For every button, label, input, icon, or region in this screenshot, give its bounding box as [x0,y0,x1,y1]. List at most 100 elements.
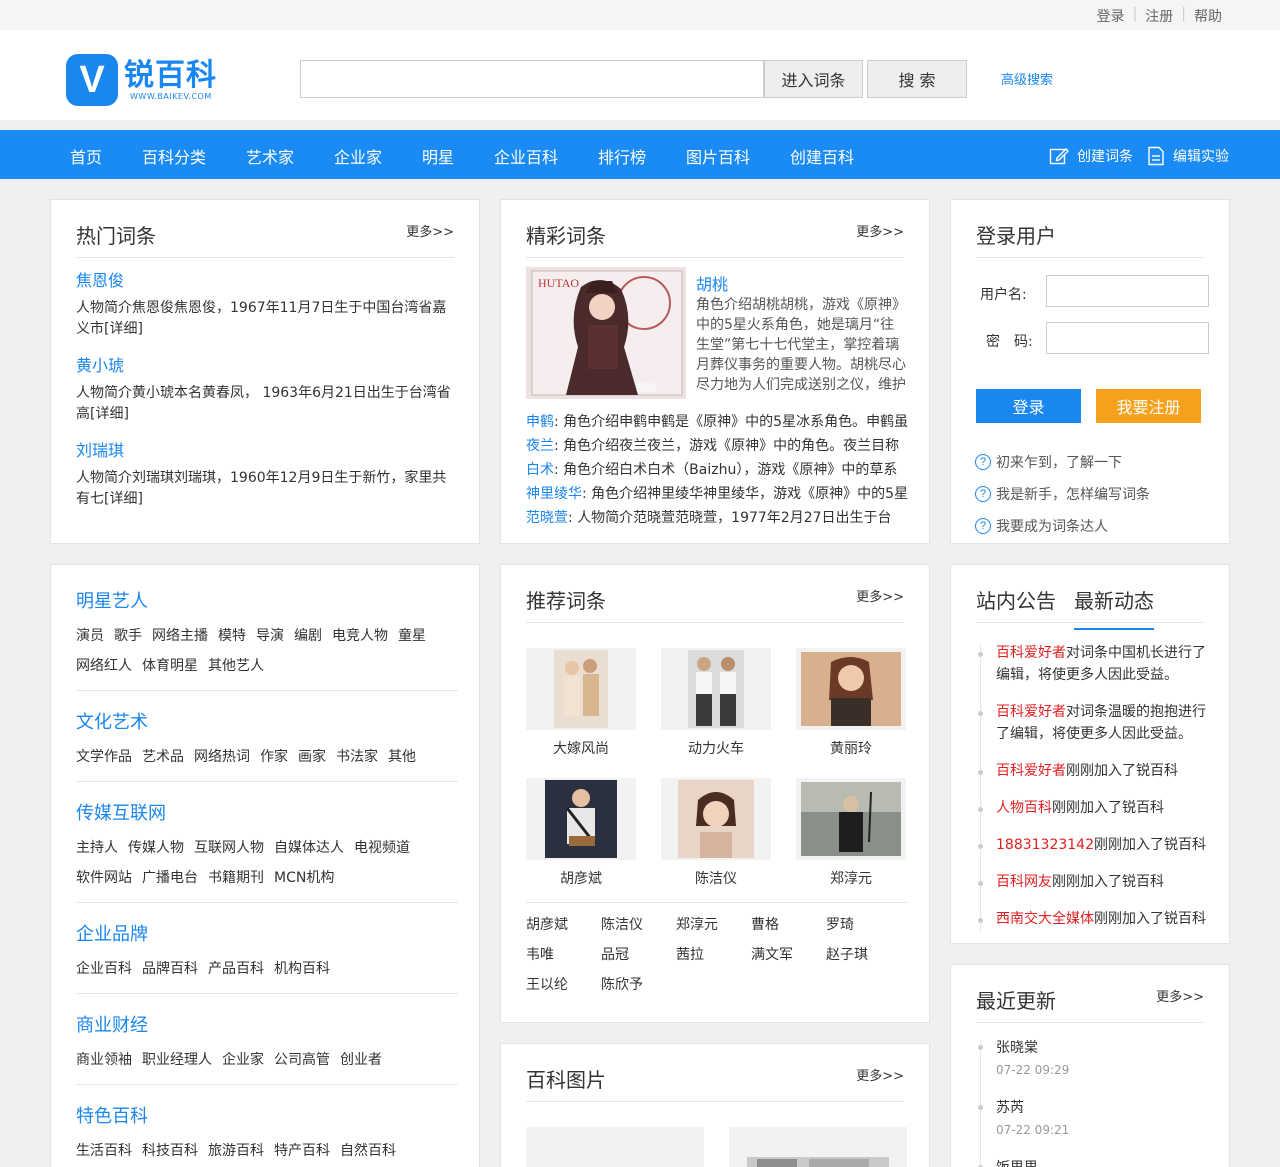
recommended-photo[interactable] [526,778,636,860]
category-tag[interactable]: 电竞人物 [332,621,388,651]
more-link[interactable]: 更多>> [1156,986,1204,1005]
nav-item-ranking[interactable]: 排行榜 [598,144,646,168]
recommended-link[interactable]: 满文军 [751,940,826,970]
recommended-card[interactable]: 黄丽玲 [796,648,906,758]
recommended-card[interactable]: 胡彦斌 [526,778,636,888]
top-register-link[interactable]: 注册 [1137,6,1181,26]
hot-entry-desc[interactable]: 人物简介焦恩俊焦恩俊，1967年11月7日生于中国台湾省嘉义市[详细] [76,298,460,340]
recommended-link[interactable]: 韦唯 [526,940,601,970]
featured-image[interactable]: HUTAO 胡桃 [526,267,686,399]
recommended-name[interactable]: 郑淳元 [796,868,906,888]
category-tag[interactable]: 其他 [388,742,416,772]
recommended-card[interactable]: 郑淳元 [796,778,906,888]
category-title[interactable]: 商业财经 [76,1015,460,1037]
hot-entry-desc[interactable]: 人物简介刘瑞琪刘瑞琪，1960年12月9日生于新竹，家里共有七[详细] [76,468,460,510]
notice-item[interactable]: 人物百科刚刚加入了锐百科 [996,797,1211,819]
category-tag[interactable]: 生活百科 [76,1136,132,1166]
notice-user[interactable]: 18831323142 [996,837,1094,853]
recommended-card[interactable]: 陈洁仪 [661,778,771,888]
recommended-link[interactable]: 胡彦斌 [526,910,601,940]
category-tag[interactable]: 特产百科 [274,1136,330,1166]
username-field[interactable] [1046,275,1209,307]
recommended-card[interactable]: 大嫁风尚 [526,648,636,758]
hot-entry-title[interactable]: 焦恩俊 [76,271,460,291]
recent-item-name[interactable]: 张晓棠 [996,1037,1069,1057]
create-entry-button[interactable]: 创建词条 [1049,146,1133,166]
recommended-link[interactable]: 郑淳元 [676,910,751,940]
tab-latest-activity[interactable]: 最新动态 [1074,585,1154,630]
help-link[interactable]: ? 我要成为词条达人 [975,516,1108,536]
nav-item-create[interactable]: 创建百科 [790,144,854,168]
category-tag[interactable]: 旅游百科 [208,1136,264,1166]
notice-user[interactable]: 百科网友 [996,874,1052,890]
featured-row[interactable]: 白术: 角色介绍白术白术（Baizhu），游戏《原神》中的草系 [526,460,910,480]
recommended-link[interactable]: 陈洁仪 [601,910,676,940]
notice-item[interactable]: 百科网友刚刚加入了锐百科 [996,871,1211,893]
recommended-name[interactable]: 黄丽玲 [796,738,906,758]
recommended-link[interactable]: 陈欣予 [601,970,676,1000]
category-tag[interactable]: 商业领袖 [76,1045,132,1075]
category-tag[interactable]: 歌手 [114,621,142,651]
featured-row-name[interactable]: 夜兰 [526,438,554,454]
notice-item[interactable]: 百科爱好者对词条温暖的抱抱进行了编辑，将使更多人因此受益。 [996,701,1211,745]
recommended-link[interactable]: 曹格 [751,910,826,940]
recommended-name[interactable]: 大嫁风尚 [526,738,636,758]
hot-entry-title[interactable]: 刘瑞琪 [76,441,460,461]
help-link[interactable]: ? 初来乍到，了解一下 [975,452,1122,472]
search-input[interactable] [300,60,764,98]
notice-user[interactable]: 西南交大全媒体 [996,911,1094,927]
hot-entry-desc[interactable]: 人物简介黄小琥本名黄春凤， 1963年6月21日出生于台湾省高[详细] [76,383,460,425]
recommended-link[interactable]: 品冠 [601,940,676,970]
category-title[interactable]: 文化艺术 [76,712,460,734]
category-tag[interactable]: 产品百科 [208,954,264,984]
category-tag[interactable]: 科技百科 [142,1136,198,1166]
more-link[interactable]: 更多>> [856,221,904,240]
nav-item-home[interactable]: 首页 [70,144,102,168]
notice-item[interactable]: 18831323142刚刚加入了锐百科 [996,834,1211,856]
recent-item-name[interactable]: 苏芮 [996,1097,1069,1117]
password-field[interactable] [1046,322,1209,354]
nav-item-entrepreneurs[interactable]: 企业家 [334,144,382,168]
recommended-photo[interactable] [796,648,906,730]
category-tag[interactable]: 书法家 [336,742,378,772]
category-title[interactable]: 明星艺人 [76,591,460,613]
notice-user[interactable]: 百科爱好者 [996,704,1066,720]
category-tag[interactable]: 电视频道 [354,833,410,863]
top-login-link[interactable]: 登录 [1089,6,1133,26]
recommended-link[interactable]: 赵子琪 [826,940,901,970]
category-title[interactable]: 传媒互联网 [76,803,460,825]
enter-entry-button[interactable]: 进入词条 [764,60,863,98]
recent-item[interactable]: 苏芮 07-22 09:21 [996,1097,1069,1137]
category-tag[interactable]: 广播电台 [142,863,198,893]
recommended-link[interactable]: 茜拉 [676,940,751,970]
register-button[interactable]: 我要注册 [1096,389,1201,423]
edit-lab-button[interactable]: 编辑实验 [1147,146,1229,166]
category-tag[interactable]: 企业百科 [76,954,132,984]
recommended-card[interactable]: 动力火车 [661,648,771,758]
notice-item[interactable]: 百科爱好者对词条中国机长进行了编辑，将使更多人因此受益。 [996,642,1211,686]
category-tag[interactable]: 互联网人物 [194,833,264,863]
featured-row-name[interactable]: 神里绫华 [526,486,582,502]
recommended-name[interactable]: 动力火车 [661,738,771,758]
recommended-photo[interactable] [796,778,906,860]
category-tag[interactable]: MCN机构 [274,863,334,893]
recommended-photo[interactable] [526,648,636,730]
hot-entry-title[interactable]: 黄小琥 [76,356,460,376]
recommended-photo[interactable] [661,648,771,730]
help-link[interactable]: ? 我是新手，怎样编写词条 [975,484,1150,504]
category-tag[interactable]: 编剧 [294,621,322,651]
recent-item-name[interactable]: 饭思思 [996,1157,1038,1167]
picture-thumbnail[interactable] [729,1127,907,1167]
category-tag[interactable]: 网络红人 [76,651,132,681]
category-title[interactable]: 特色百科 [76,1106,460,1128]
more-link[interactable]: 更多>> [856,1065,904,1084]
notice-item[interactable]: 西南交大全媒体刚刚加入了锐百科 [996,908,1211,930]
recommended-name[interactable]: 胡彦斌 [526,868,636,888]
login-button[interactable]: 登录 [976,389,1081,423]
site-logo[interactable]: V 锐百科 WWW.BAIKEV.COM [66,54,217,106]
category-tag[interactable]: 文学作品 [76,742,132,772]
category-title[interactable]: 企业品牌 [76,924,460,946]
notice-user[interactable]: 人物百科 [996,800,1052,816]
category-tag[interactable]: 童星 [398,621,426,651]
category-tag[interactable]: 模特 [218,621,246,651]
